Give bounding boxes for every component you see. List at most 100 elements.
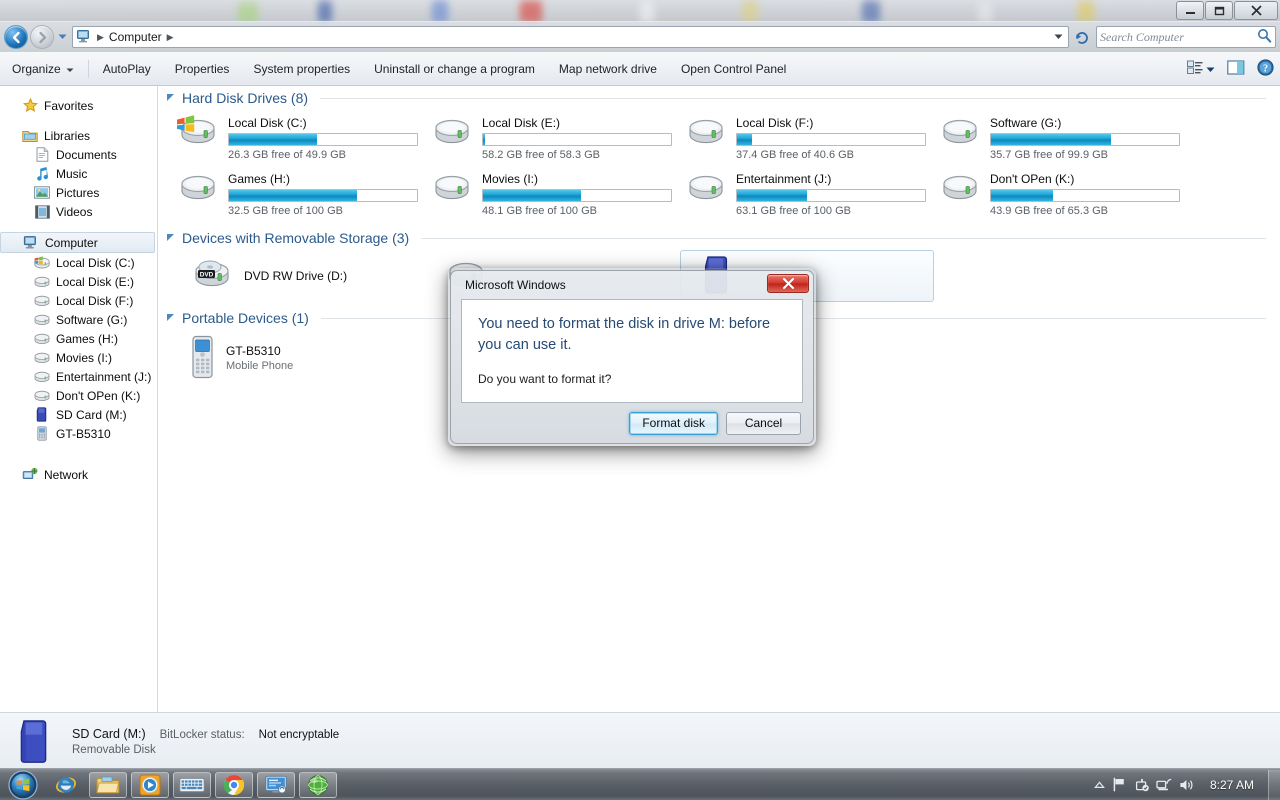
sidebar-item-gt-b5310[interactable]: GT-B5310 xyxy=(0,424,157,443)
drive-item-local-disk-f[interactable]: Local Disk (F:) 37.4 GB free of 40.6 GB xyxy=(680,110,934,166)
minimize-button[interactable] xyxy=(1176,1,1204,20)
chevron-down-icon[interactable] xyxy=(1206,62,1215,76)
drive-name: Entertainment (J:) xyxy=(736,172,832,186)
cmd-open-control-panel[interactable]: Open Control Panel xyxy=(670,57,797,81)
sidebar-label-games-h: Games (H:) xyxy=(56,331,119,346)
svg-text:?: ? xyxy=(1263,63,1268,74)
refresh-button[interactable] xyxy=(1071,26,1093,48)
pictures-icon xyxy=(34,185,50,201)
sidebar-item-favorites[interactable]: Favorites xyxy=(0,96,157,115)
drive-item-entertainment-j[interactable]: Entertainment (J:) 63.1 GB free of 100 G… xyxy=(680,166,934,222)
window-controls xyxy=(1176,1,1278,20)
taskbar-clock[interactable]: 8:27 AM xyxy=(1202,778,1262,792)
view-options-button[interactable] xyxy=(1181,57,1221,81)
view-list-icon xyxy=(1187,60,1203,78)
sidebar-item-local-disk-f[interactable]: Local Disk (F:) xyxy=(0,291,157,310)
sidebar-item-network[interactable]: Network xyxy=(0,465,157,484)
sidebar-item-dont-open-k[interactable]: Don't OPen (K:) xyxy=(0,386,157,405)
videos-icon xyxy=(34,204,50,220)
taskbar-internet-explorer[interactable] xyxy=(47,772,85,798)
taskbar-media-player[interactable] xyxy=(131,771,169,798)
drive-info: Local Disk (C:) 26.3 GB free of 49.9 GB xyxy=(228,114,426,161)
address-dropdown-icon[interactable] xyxy=(1050,34,1066,40)
sidebar-item-computer[interactable]: Computer xyxy=(0,232,155,253)
bitlocker-status-value: Not encryptable xyxy=(258,729,340,741)
windows-start-orb[interactable] xyxy=(1,769,45,800)
cmd-uninstall-program[interactable]: Uninstall or change a program xyxy=(363,57,546,81)
sidebar-item-games-h[interactable]: Games (H:) xyxy=(0,329,157,348)
preview-pane-button[interactable] xyxy=(1221,57,1251,81)
drive-item-games-h[interactable]: Games (H:) 32.5 GB free of 100 GB xyxy=(172,166,426,222)
drive-item-movies-i[interactable]: Movies (I:) 48.1 GB free of 100 GB xyxy=(426,166,680,222)
sidebar-item-software-g[interactable]: Software (G:) xyxy=(0,310,157,329)
sidebar-item-music[interactable]: Music xyxy=(0,164,157,183)
taskbar-chrome[interactable] xyxy=(215,771,253,798)
sidebar-item-sd-card-m[interactable]: SD Card (M:) xyxy=(0,405,157,424)
drive-item-dont-open-k[interactable]: Don't OPen (K:) 43.9 GB free of 65.3 GB xyxy=(934,166,1188,222)
cmd-system-properties[interactable]: System properties xyxy=(242,57,361,81)
device-item-dvd-rw-drive[interactable]: DVD DVD RW Drive (D:) xyxy=(172,250,426,302)
drive-icon xyxy=(34,369,50,385)
breadcrumb-computer[interactable]: Computer xyxy=(107,30,164,44)
drive-item-software-g[interactable]: Software (G:) 35.7 GB free of 99.9 GB xyxy=(934,110,1188,166)
search-icon[interactable] xyxy=(1257,28,1272,46)
collapse-triangle-icon[interactable] xyxy=(166,231,176,245)
taskbar-remote-desktop[interactable] xyxy=(257,771,295,798)
show-desktop-button[interactable] xyxy=(1268,769,1280,800)
taskbar-on-screen-keyboard[interactable] xyxy=(173,771,211,798)
collapse-triangle-icon[interactable] xyxy=(166,91,176,105)
group-header-hard-disk-drives[interactable]: Hard Disk Drives (8) xyxy=(158,86,1280,110)
sidebar-item-pictures[interactable]: Pictures xyxy=(0,183,157,202)
taskbar-file-explorer[interactable] xyxy=(89,771,127,798)
sidebar-item-libraries[interactable]: Libraries xyxy=(0,126,157,145)
sidebar-item-entertainment-j[interactable]: Entertainment (J:) xyxy=(0,367,157,386)
recent-pages-button[interactable] xyxy=(54,25,70,49)
format-disk-button[interactable]: Format disk xyxy=(629,411,718,435)
cmd-autoplay[interactable]: AutoPlay xyxy=(92,57,162,81)
capacity-fill xyxy=(229,190,357,201)
sidebar-item-videos[interactable]: Videos xyxy=(0,202,157,221)
sidebar-item-movies-i[interactable]: Movies (I:) xyxy=(0,348,157,367)
action-center-flag-icon[interactable] xyxy=(1112,777,1127,792)
device-item-gt-b5310[interactable]: GT-B5310 Mobile Phone xyxy=(172,330,426,386)
drive-item-local-disk-e[interactable]: Local Disk (E:) 58.2 GB free of 58.3 GB xyxy=(426,110,680,166)
dialog-title: Microsoft Windows xyxy=(465,278,566,292)
back-button[interactable] xyxy=(4,25,28,49)
group-title-removable-storage: Devices with Removable Storage (3) xyxy=(182,230,410,246)
svg-text:DVD: DVD xyxy=(200,271,214,278)
dialog-titlebar: Microsoft Windows xyxy=(451,271,813,299)
forward-button[interactable] xyxy=(30,25,54,49)
sidebar-item-local-disk-e[interactable]: Local Disk (E:) xyxy=(0,272,157,291)
breadcrumb-separator-2[interactable]: ▶ xyxy=(164,32,177,43)
sidebar-label-documents: Documents xyxy=(56,147,117,162)
maximize-button[interactable] xyxy=(1205,1,1233,20)
drive-item-local-disk-c[interactable]: Local Disk (C:) 26.3 GB free of 49.9 GB xyxy=(172,110,426,166)
address-bar[interactable]: ▶ Computer ▶ xyxy=(72,26,1069,48)
network-icon[interactable] xyxy=(1156,777,1172,792)
capacity-bar xyxy=(482,189,672,202)
sidebar-item-local-disk-c[interactable]: Local Disk (C:) xyxy=(0,253,157,272)
device-text: GT-B5310 Mobile Phone xyxy=(226,344,293,372)
device-text: DVD RW Drive (D:) xyxy=(244,269,347,283)
cmd-organize[interactable]: Organize xyxy=(1,57,85,81)
volume-icon[interactable] xyxy=(1179,778,1195,792)
search-input[interactable]: Search Computer xyxy=(1096,26,1276,48)
cmd-properties[interactable]: Properties xyxy=(164,57,241,81)
drive-capacity-text: 37.4 GB free of 40.6 GB xyxy=(736,149,855,161)
group-header-removable-storage[interactable]: Devices with Removable Storage (3) xyxy=(158,226,1280,250)
device-name: GT-B5310 xyxy=(226,344,281,358)
drive-info: Entertainment (J:) 63.1 GB free of 100 G… xyxy=(736,170,934,217)
help-button[interactable]: ? xyxy=(1251,57,1280,81)
taskbar-green-globe[interactable] xyxy=(299,771,337,798)
group-title-portable-devices: Portable Devices (1) xyxy=(182,310,309,326)
cancel-button[interactable]: Cancel xyxy=(726,411,801,435)
close-button[interactable] xyxy=(1234,1,1278,20)
collapse-triangle-icon[interactable] xyxy=(166,311,176,325)
dialog-close-button[interactable] xyxy=(767,274,809,293)
dialog-footer: Format disk Cancel xyxy=(451,403,813,443)
sidebar-item-documents[interactable]: Documents xyxy=(0,145,157,164)
cmd-map-network-drive[interactable]: Map network drive xyxy=(548,57,668,81)
network-icon xyxy=(22,467,38,483)
show-hidden-icons-icon[interactable] xyxy=(1093,780,1105,789)
safely-remove-hardware-icon[interactable] xyxy=(1134,777,1149,792)
